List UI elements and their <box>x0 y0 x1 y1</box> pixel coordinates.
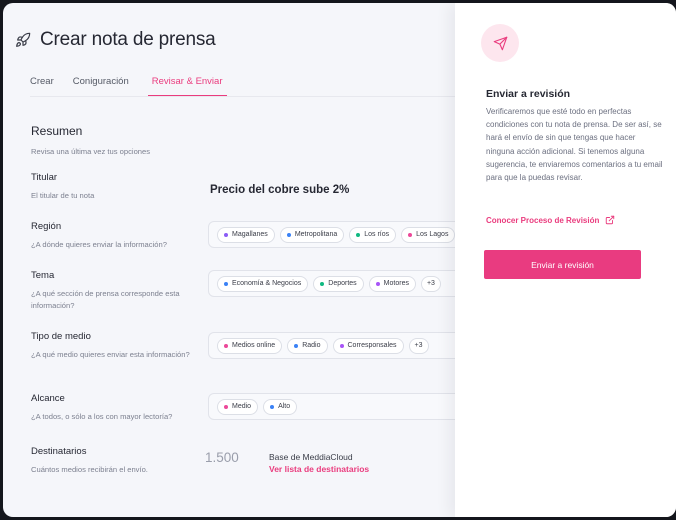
external-link-icon <box>606 215 615 225</box>
base-name: Base de MeddiaCloud <box>269 452 353 462</box>
region-label: Región <box>31 221 62 232</box>
chip-corresponsales[interactable]: Corresponsales <box>332 337 404 354</box>
chip-magallanes[interactable]: Magallanes <box>217 226 275 243</box>
chip-label: Alto <box>278 403 291 410</box>
send-icon-badge <box>481 24 519 62</box>
chip-dot <box>224 281 228 286</box>
alcance-field: Alcance ¿A todos, o sólo a los con mayor… <box>31 393 199 423</box>
chip-label: Corresponsales <box>347 342 397 349</box>
tipo-desc: ¿A qué medio quieres enviar esta informa… <box>31 350 190 359</box>
titular-value: Precio del cobre sube 2% <box>210 184 350 196</box>
chip-dot <box>375 281 380 286</box>
chip-deportes[interactable]: Deportes <box>313 275 364 292</box>
tab-configuracion[interactable]: Coniguración <box>73 73 129 97</box>
chip-dot <box>294 343 299 348</box>
chip-radio[interactable]: Radio <box>287 337 328 354</box>
chip-dot <box>339 343 344 348</box>
tema-field: Tema ¿A qué sección de prensa correspond… <box>31 270 199 312</box>
alcance-label: Alcance <box>31 393 65 404</box>
panel-title: Enviar a revisión <box>486 88 571 100</box>
send-icon <box>493 36 507 50</box>
chip-medio[interactable]: Medio <box>217 398 259 415</box>
tipo-field: Tipo de medio ¿A qué medio quieres envia… <box>31 331 199 361</box>
chip-label: Motores <box>383 280 409 287</box>
chip-label: Metropolitana <box>294 231 338 238</box>
chip-dot <box>408 232 413 237</box>
chip-economia-negocios[interactable]: Economía & Negocios <box>217 275 309 292</box>
tab-crear[interactable]: Crear <box>30 73 54 97</box>
region-field: Región ¿A dónde quieres enviar la inform… <box>31 221 199 251</box>
alcance-desc: ¿A todos, o sólo a los con mayor lectorí… <box>31 412 173 421</box>
chip-dot <box>270 404 275 409</box>
page-title: Crear nota de prensa <box>40 29 216 50</box>
tipo-chips[interactable]: Medios online Radio Corresponsales +3 <box>208 332 468 359</box>
chip-dot <box>224 404 228 409</box>
chip-metropolitana[interactable]: Metropolitana <box>279 226 345 243</box>
tabs-divider <box>30 96 458 97</box>
chip-label: Los ríos <box>364 231 390 238</box>
tab-revisar-enviar[interactable]: Revisar & Enviar <box>147 73 227 97</box>
chip-label: Deportes <box>328 280 357 287</box>
destinatarios-label: Destinatarios <box>31 446 87 457</box>
chip-more[interactable]: +3 <box>408 337 429 354</box>
summary-section: Resumen Revisa una última vez tus opcion… <box>31 124 150 158</box>
region-chips[interactable]: Magallanes Metropolitana Los ríos Los La… <box>208 221 468 248</box>
panel-text: Verificaremos que esté todo en perfectas… <box>486 107 663 183</box>
chip-alto[interactable]: Alto <box>263 398 298 415</box>
alcance-chips[interactable]: Medio Alto <box>208 393 468 420</box>
titular-label: Titular <box>31 172 58 183</box>
review-process-link[interactable]: Conocer Proceso de Revisión <box>486 215 615 225</box>
summary-subtitle: Revisa una última vez tus opciones <box>31 147 151 156</box>
page-header: Crear nota de prensa <box>15 29 216 51</box>
chip-dot <box>320 281 325 286</box>
rocket-icon <box>16 32 31 47</box>
review-process-link-label: Conocer Proceso de Revisión <box>486 215 600 225</box>
chip-more[interactable]: +3 <box>420 275 441 292</box>
chip-label: Medios online <box>232 342 276 349</box>
chip-dot <box>224 232 228 237</box>
tipo-label: Tipo de medio <box>31 331 91 342</box>
tema-chips[interactable]: Economía & Negocios Deportes Motores +3 <box>208 270 468 297</box>
chip-label: Economía & Negocios <box>232 280 302 287</box>
review-panel: Enviar a revisión Verificaremos que esté… <box>455 3 676 517</box>
recipient-list-link[interactable]: Ver lista de destinatarios <box>269 464 369 474</box>
chip-medios-online[interactable]: Medios online <box>217 337 283 354</box>
chip-los-rios[interactable]: Los ríos <box>349 226 397 243</box>
tab-bar: Crear Coniguración Revisar & Enviar <box>30 73 246 97</box>
chip-label: Magallanes <box>232 231 268 238</box>
chip-label: Los Lagos <box>416 231 449 238</box>
tema-label: Tema <box>31 270 55 281</box>
chip-dot <box>224 343 228 348</box>
chip-label: Medio <box>232 403 252 410</box>
titular-desc: El titular de tu nota <box>31 191 95 200</box>
destinatarios-desc: Cuántos medios recibirán el envío. <box>31 465 148 474</box>
app-frame: Crear nota de prensa Crear Coniguración … <box>3 3 676 517</box>
tema-desc: ¿A qué sección de prensa corresponde est… <box>31 289 180 310</box>
titular-field: Titular El titular de tu nota <box>31 172 199 202</box>
chip-dot <box>356 232 361 237</box>
chip-dot <box>286 232 291 237</box>
chip-label: Radio <box>302 342 321 349</box>
recipient-count: 1.500 <box>205 450 239 465</box>
region-desc: ¿A dónde quieres enviar la información? <box>31 240 167 249</box>
destinatarios-field: Destinatarios Cuántos medios recibirán e… <box>31 446 199 476</box>
chip-motores[interactable]: Motores <box>368 275 416 292</box>
summary-title: Resumen <box>31 124 83 138</box>
send-review-button[interactable]: Enviar a revisión <box>484 250 641 279</box>
chip-los-lagos[interactable]: Los Lagos <box>401 226 456 243</box>
